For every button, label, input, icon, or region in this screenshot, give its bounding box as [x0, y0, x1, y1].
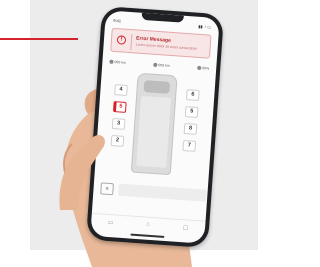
action-button[interactable] [118, 183, 207, 202]
stat-item: 00% [197, 64, 210, 73]
gauge-icon [109, 59, 114, 64]
vehicle-top-view [130, 72, 178, 176]
status-icons: ▮▮ ◔ ▭ [198, 23, 212, 30]
vehicle-cargo [136, 95, 172, 168]
seat-button-left-2[interactable]: 5 [112, 101, 127, 113]
accent-line [0, 38, 78, 40]
stat-value: 000 km [158, 63, 170, 68]
seat-button-left-3[interactable]: 3 [111, 118, 126, 130]
car-icon[interactable]: ▭ [108, 218, 114, 225]
tab-bar: ▭ ⌂ ▢ [90, 212, 206, 236]
exclamation-icon: ! [116, 35, 127, 45]
stat-value: 000 km [114, 60, 127, 65]
seat-button-right-2[interactable]: 5 [184, 106, 199, 118]
seat-button-left-1[interactable]: 4 [114, 84, 128, 96]
battery-icon [153, 62, 158, 68]
stat-value: 00% [202, 66, 210, 71]
seat-button-right-3[interactable]: 8 [183, 123, 198, 135]
status-time: 9:41 [113, 17, 122, 24]
thumb [59, 135, 105, 210]
fuel-icon [197, 65, 202, 71]
error-alert[interactable]: ! Error Message Lorem ipsum dolor sit am… [110, 27, 212, 59]
smartphone: 9:41 ▮▮ ◔ ▭ ! Error Message Lorem ipsum … [85, 6, 225, 248]
stat-item: 000 km [153, 61, 170, 70]
alert-divider [130, 34, 133, 51]
vehicle-stats: 000 km 000 km 00% [109, 58, 209, 73]
seat-button-right-4[interactable]: 7 [182, 139, 197, 152]
home-indicator [130, 233, 165, 238]
seat-button-right-1[interactable]: 6 [185, 89, 200, 102]
settings-icon[interactable]: ▢ [183, 224, 189, 231]
stat-item: 000 km [109, 58, 126, 67]
alert-text: Lorem ipsum dolor sit amet consectetur [135, 42, 197, 51]
home-icon[interactable]: ⌂ [146, 222, 150, 228]
vehicle-windshield [143, 80, 171, 94]
